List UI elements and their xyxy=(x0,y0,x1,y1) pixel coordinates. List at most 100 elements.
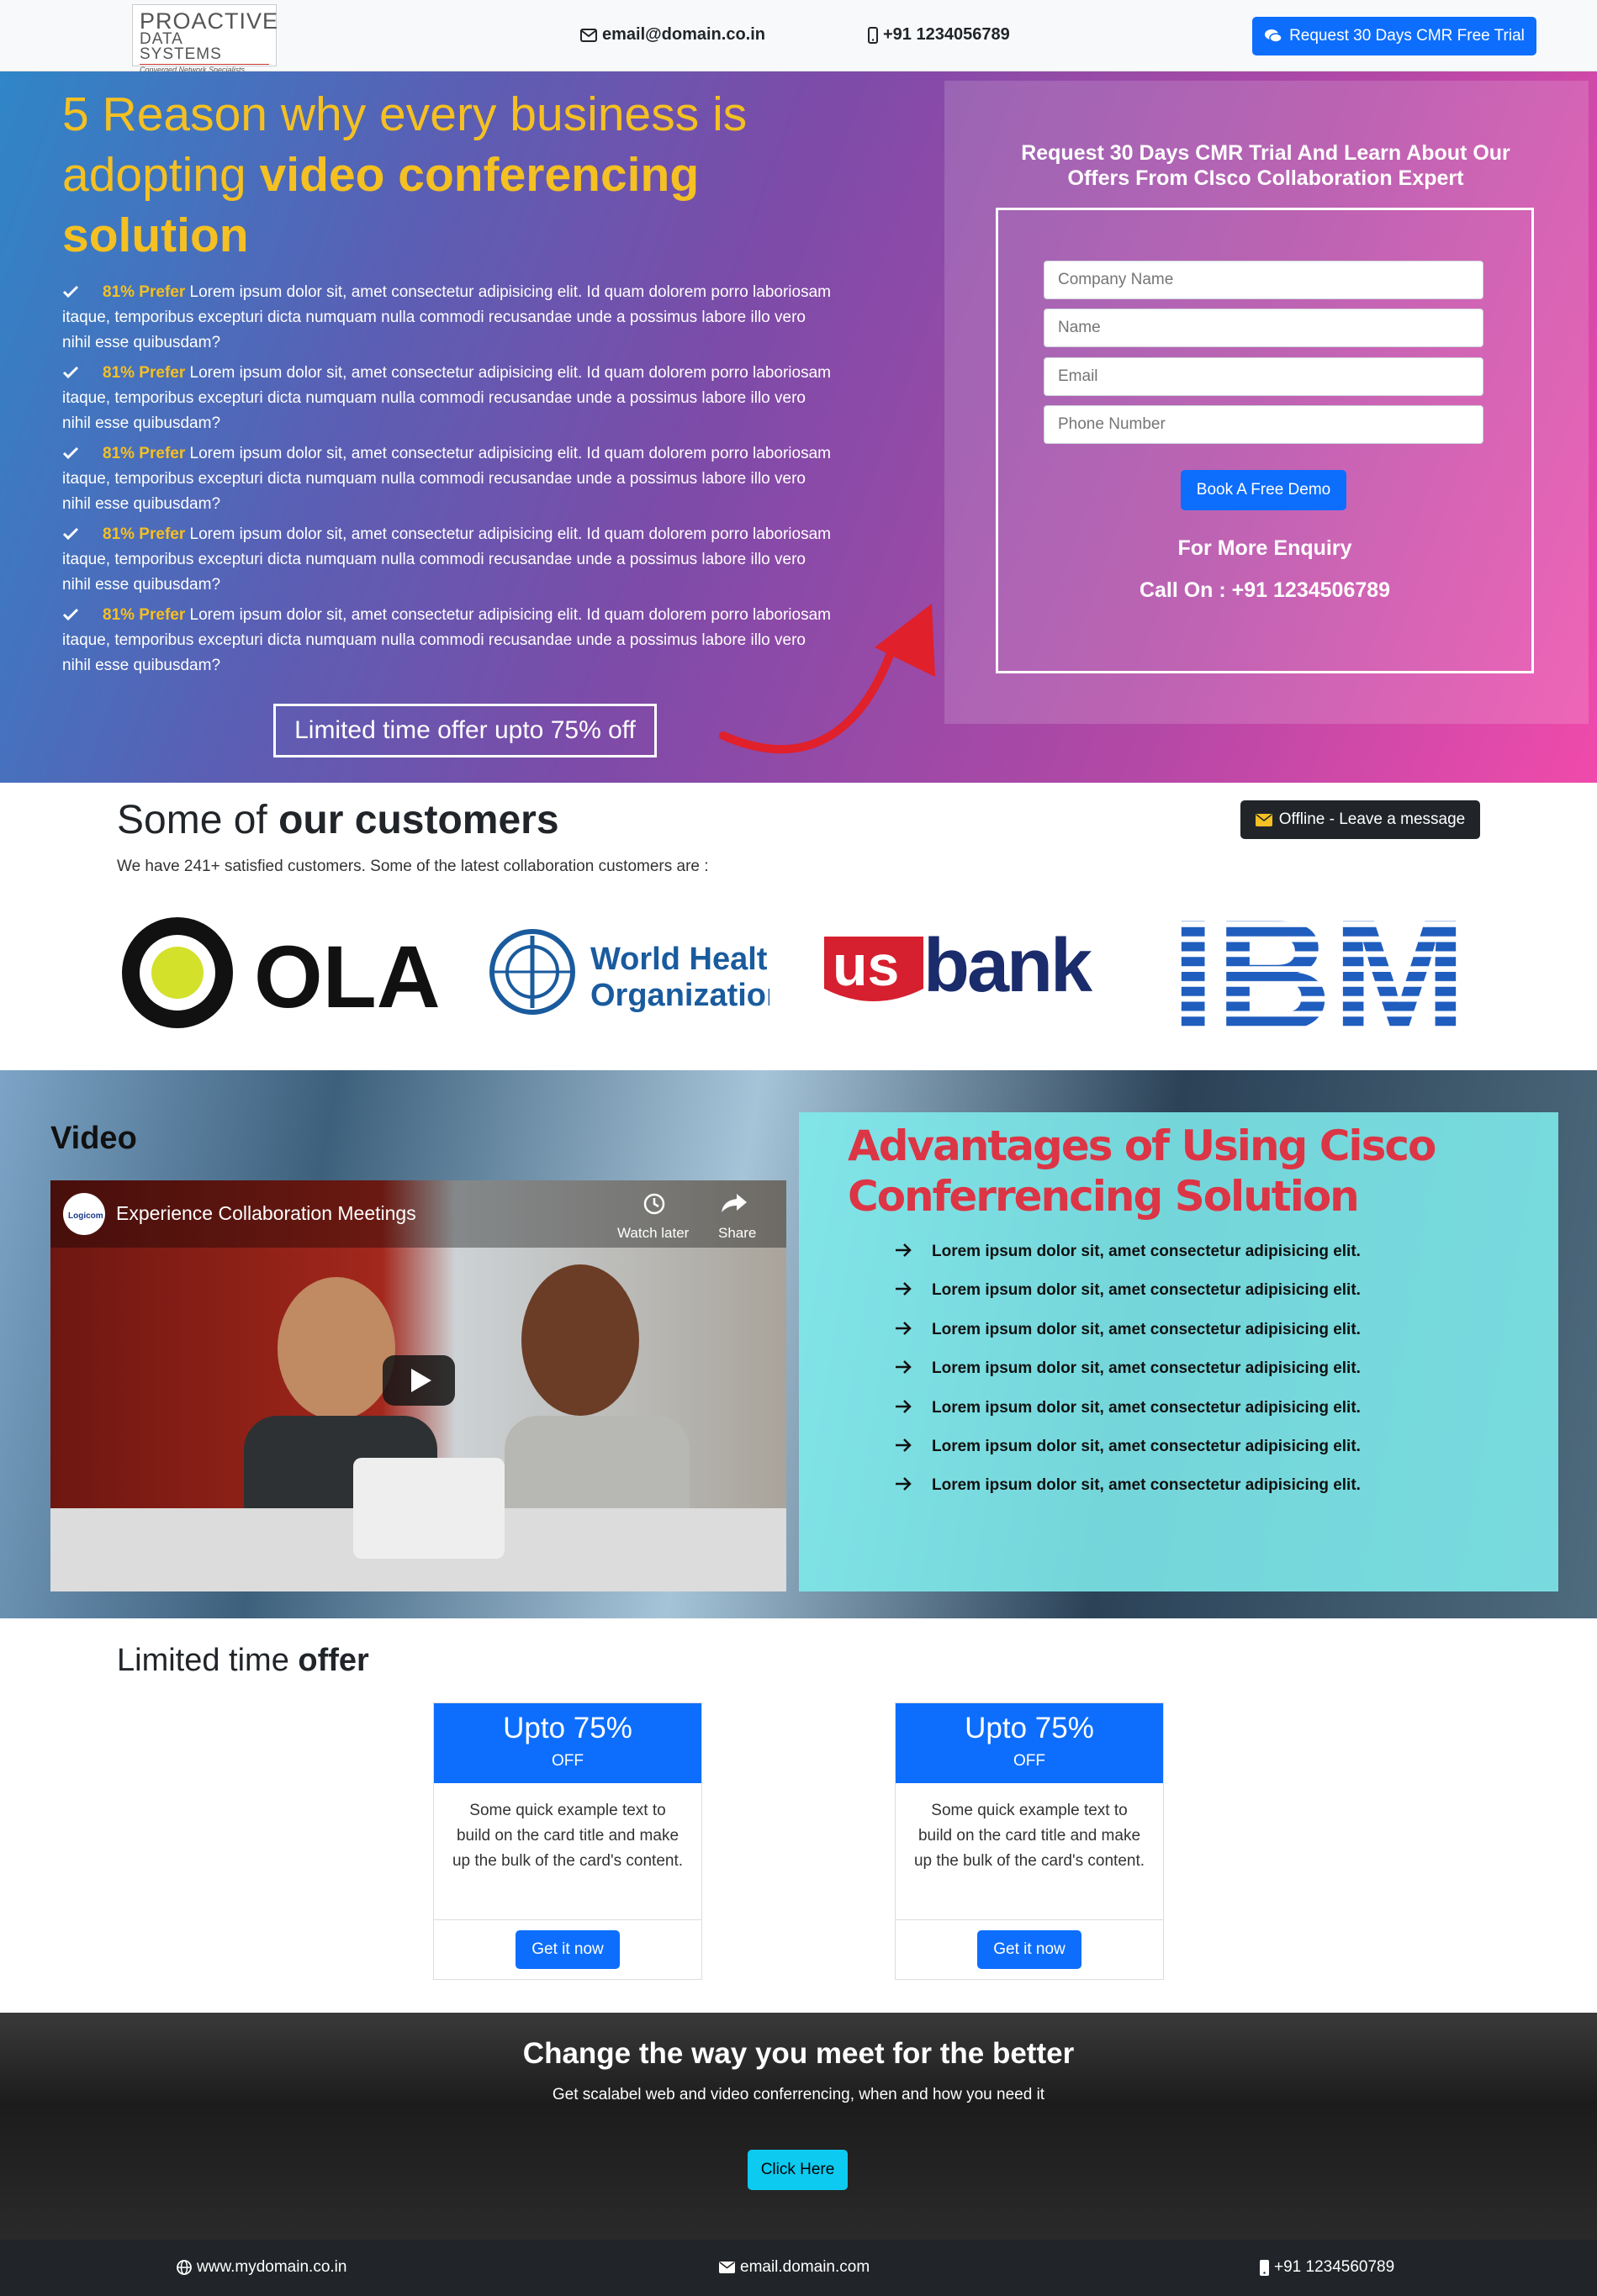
arrow-right-icon xyxy=(896,1321,912,1335)
list-item: Lorem ipsum dolor sit, amet consectetur … xyxy=(895,1321,1361,1359)
reason-highlight: 81% Prefer xyxy=(103,606,186,624)
video-caption[interactable]: Experience Collaboration Meetings xyxy=(116,1202,416,1225)
chat-icon xyxy=(1265,29,1282,43)
who-logo: World Health Organization xyxy=(489,929,769,1015)
arrow-right-icon xyxy=(896,1438,912,1452)
ola-logo: OLA xyxy=(122,917,439,1028)
check-icon xyxy=(62,527,79,541)
check-icon xyxy=(62,366,79,379)
advantage-text: Lorem ipsum dolor sit, amet consectetur … xyxy=(932,1476,1361,1495)
get-it-now-button[interactable]: Get it now xyxy=(977,1930,1081,1969)
list-item: 81% Prefer Lorem ipsum dolor sit, amet c… xyxy=(62,280,832,356)
name-input[interactable] xyxy=(1044,309,1483,347)
arrow-right-icon xyxy=(896,1282,912,1296)
header-email-text: email@domain.co.in xyxy=(602,25,765,44)
email-input[interactable] xyxy=(1044,357,1483,396)
footer-website[interactable]: www.mydomain.co.in xyxy=(177,2258,346,2277)
call-on-text[interactable]: Call On : +91 1234506789 xyxy=(996,578,1534,603)
header-phone[interactable]: +91 1234056789 xyxy=(868,25,1010,45)
offer-card-body: Some quick example text to build on the … xyxy=(434,1783,701,1920)
request-trial-button[interactable]: Request 30 Days CMR Free Trial xyxy=(1252,17,1536,55)
list-item: Lorem ipsum dolor sit, amet consectetur … xyxy=(895,1359,1361,1398)
envelope-icon xyxy=(580,28,597,42)
curved-arrow-icon xyxy=(719,604,935,754)
limited-offer-title: Limited time offer xyxy=(117,1643,369,1679)
reason-highlight: 81% Prefer xyxy=(103,283,186,301)
logo-line2: DATA SYSTEMS xyxy=(140,30,222,63)
offer-card-subtitle: OFF xyxy=(1013,1752,1045,1770)
footer-website-text: www.mydomain.co.in xyxy=(197,2258,347,2276)
list-item: Lorem ipsum dolor sit, amet consectetur … xyxy=(895,1243,1361,1281)
who-line2: Organization xyxy=(590,978,769,1013)
video-player[interactable]: Logicom Watch later Share xyxy=(50,1180,786,1591)
video-thumbnail: Logicom Watch later Share xyxy=(50,1180,786,1591)
limited-title-light: Limited time xyxy=(117,1643,299,1678)
offer-card-title: Upto 75% xyxy=(503,1712,632,1744)
header-email[interactable]: email@domain.co.in xyxy=(580,25,765,45)
hero-title-part1: 5 Reason xyxy=(62,87,268,141)
list-item: 81% Prefer Lorem ipsum dolor sit, amet c… xyxy=(62,441,832,517)
book-demo-button[interactable]: Book A Free Demo xyxy=(1181,470,1346,510)
offer-card-header: Upto 75% OFF xyxy=(434,1703,701,1783)
list-item: 81% Prefer Lorem ipsum dolor sit, amet c… xyxy=(62,361,832,436)
list-item: Lorem ipsum dolor sit, amet consectetur … xyxy=(895,1399,1361,1438)
footer-email-text: email.domain.com xyxy=(740,2258,870,2276)
advantage-text: Lorem ipsum dolor sit, amet consectetur … xyxy=(932,1398,1361,1417)
header-phone-text: +91 1234056789 xyxy=(883,25,1010,44)
ibm-logo: IBM xyxy=(1171,912,1467,1032)
request-trial-label: Request 30 Days CMR Free Trial xyxy=(1289,27,1525,45)
ola-logo-text: OLA xyxy=(254,928,439,1027)
list-item: Lorem ipsum dolor sit, amet consectetur … xyxy=(895,1281,1361,1320)
usbank-bank: bank xyxy=(923,930,1093,1008)
video-title: Video xyxy=(50,1121,137,1156)
offer-card: Upto 75% OFF Some quick example text to … xyxy=(433,1702,702,1980)
list-item: 81% Prefer Lorem ipsum dolor sit, amet c… xyxy=(62,522,832,598)
envelope-icon xyxy=(1255,813,1272,826)
click-here-label: Click Here xyxy=(760,2161,835,2178)
envelope-icon xyxy=(719,2262,735,2273)
who-line1: World Health xyxy=(590,942,769,977)
customers-title: Some of our customers xyxy=(117,797,559,843)
enquiry-text: For More Enquiry xyxy=(1177,536,1352,560)
reason-highlight: 81% Prefer xyxy=(103,525,186,543)
arrow-right-icon xyxy=(896,1399,912,1413)
advantage-text: Lorem ipsum dolor sit, amet consectetur … xyxy=(932,1359,1361,1378)
footer-email[interactable]: email.domain.com xyxy=(719,2258,870,2277)
book-demo-label: Book A Free Demo xyxy=(1196,481,1331,499)
click-here-button[interactable]: Click Here xyxy=(748,2150,848,2190)
limited-offer-box: Limited time offer upto 75% off xyxy=(273,704,657,757)
phone-input[interactable] xyxy=(1044,405,1483,444)
offer-card-body: Some quick example text to build on the … xyxy=(896,1783,1163,1920)
offline-message-label: Offline - Leave a message xyxy=(1278,810,1466,828)
usbank-logo: us bank xyxy=(824,930,1096,1008)
logo[interactable]: PROACTIVE DATA SYSTEMS Converged Network… xyxy=(132,4,278,74)
limited-title-bold: offer xyxy=(298,1643,369,1678)
advantages-list: Lorem ipsum dolor sit, amet consectetur … xyxy=(895,1243,1361,1516)
check-icon xyxy=(62,285,79,298)
hero-title: 5 Reason why every business is adopting … xyxy=(62,84,819,266)
offer-card-title: Upto 75% xyxy=(965,1712,1094,1744)
cta-subtitle: Get scalabel web and video conferrencing… xyxy=(552,2086,1045,2103)
arrow-right-icon xyxy=(896,1243,912,1257)
form-heading: Request 30 Days CMR Trial And Learn Abou… xyxy=(1021,141,1510,190)
share-label: Share xyxy=(718,1225,756,1241)
advantage-text: Lorem ipsum dolor sit, amet consectetur … xyxy=(932,1243,1361,1260)
advantages-title: Advantages of Using Cisco Conferrencing … xyxy=(848,1122,1436,1221)
arrow-right-icon xyxy=(896,1360,912,1375)
list-item: Lorem ipsum dolor sit, amet consectetur … xyxy=(895,1438,1361,1476)
mobile-icon xyxy=(868,26,878,44)
advantage-text: Lorem ipsum dolor sit, amet consectetur … xyxy=(932,1320,1361,1338)
reason-highlight: 81% Prefer xyxy=(103,445,186,462)
company-name-input[interactable] xyxy=(1044,261,1483,299)
mobile-icon xyxy=(1260,2259,1269,2276)
cta-title: Change the way you meet for the better xyxy=(522,2037,1075,2070)
offer-card-subtitle: OFF xyxy=(552,1752,584,1770)
globe-icon xyxy=(177,2260,192,2275)
offline-message-button[interactable]: Offline - Leave a message xyxy=(1240,800,1480,839)
list-item: Lorem ipsum dolor sit, amet consectetur … xyxy=(895,1476,1361,1515)
get-it-now-button[interactable]: Get it now xyxy=(516,1930,620,1969)
advantage-text: Lorem ipsum dolor sit, amet consectetur … xyxy=(932,1437,1361,1455)
offer-card: Upto 75% OFF Some quick example text to … xyxy=(895,1702,1164,1980)
footer-phone[interactable]: +91 1234560789 xyxy=(1260,2258,1394,2277)
reason-highlight: 81% Prefer xyxy=(103,364,186,382)
